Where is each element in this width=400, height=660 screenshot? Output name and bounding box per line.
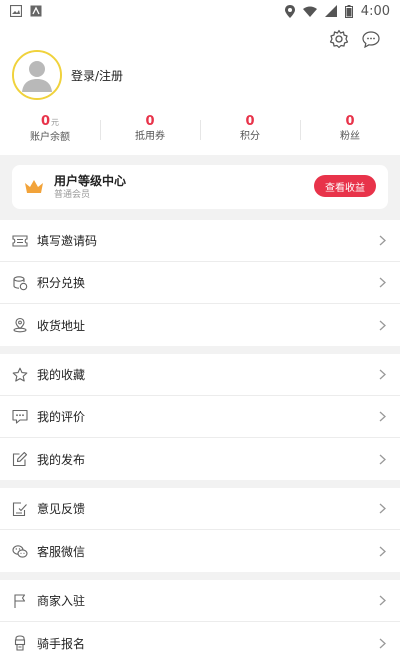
menu-label: 意见反馈 [37, 502, 86, 516]
stat-value: 0 [345, 114, 355, 129]
stat-fans[interactable]: 0 粉丝 [300, 114, 400, 145]
signal-icon [324, 5, 337, 17]
stat-balance[interactable]: 0元 账户余额 [0, 114, 100, 145]
menu-label: 我的发布 [37, 452, 86, 467]
stat-unit: 元 [51, 118, 60, 127]
vip-section: 用户等级中心 普通会员 查看收益 [0, 155, 400, 212]
vip-title: 用户等级中心 [54, 174, 127, 188]
settings-gear-icon[interactable] [328, 28, 350, 50]
menu-label: 客服微信 [37, 544, 86, 559]
profile-header: 登录/注册 0元 账户余额 0 抵用券 0 积分 0 粉丝 [0, 22, 400, 155]
default-avatar-icon [14, 52, 60, 98]
stat-value: 0 [40, 114, 51, 129]
image-notification-icon [10, 5, 22, 17]
menu-label: 我的评价 [37, 410, 86, 424]
stat-label: 积分 [240, 131, 260, 142]
status-bar: 4:00 [0, 0, 400, 22]
battery-icon [344, 4, 353, 18]
stats-row: 0元 账户余额 0 抵用券 0 积分 0 粉丝 [0, 114, 400, 145]
chevron-right-icon [378, 595, 386, 607]
location-icon [12, 317, 28, 333]
crown-icon [24, 179, 44, 195]
menu-group-1: 填写邀请码 积分兑换 收货地址 [0, 220, 400, 346]
menu-item-feedback[interactable]: 意见反馈 [0, 488, 400, 530]
chevron-right-icon [378, 319, 386, 331]
stat-label: 抵用券 [135, 131, 165, 142]
chevron-right-icon [378, 411, 386, 423]
menu-label: 骑手报名 [37, 636, 86, 651]
chevron-right-icon [378, 637, 386, 649]
stat-points[interactable]: 0 积分 [200, 114, 300, 145]
chevron-right-icon [378, 503, 386, 515]
stat-label: 粉丝 [340, 131, 360, 142]
login-register-link[interactable]: 登录/注册 [71, 67, 123, 84]
view-earnings-button[interactable]: 查看收益 [314, 175, 376, 197]
app-notification-icon [30, 5, 42, 17]
chevron-right-icon [378, 369, 386, 381]
chevron-right-icon [378, 277, 386, 289]
menu-group-2: 我的收藏 我的评价 我的发布 [0, 354, 400, 480]
ticket-icon [12, 233, 28, 249]
wifi-icon [302, 6, 317, 17]
wechat-icon [12, 543, 28, 559]
menu-item-reviews[interactable]: 我的评价 [0, 396, 400, 438]
menu-item-shipping-address[interactable]: 收货地址 [0, 304, 400, 346]
menu-label: 收货地址 [37, 318, 86, 333]
menu-item-invite-code[interactable]: 填写邀请码 [0, 220, 400, 262]
stat-vouchers[interactable]: 0 抵用券 [100, 114, 200, 145]
chevron-right-icon [378, 453, 386, 465]
stat-value: 0 [145, 114, 155, 129]
menu-item-customer-service-wechat[interactable]: 客服微信 [0, 530, 400, 572]
menu-group-4: 商家入驻 骑手报名 [0, 580, 400, 660]
comment-icon [12, 409, 28, 425]
message-icon[interactable] [360, 28, 382, 50]
vip-card[interactable]: 用户等级中心 普通会员 查看收益 [12, 165, 388, 209]
star-icon [12, 367, 28, 383]
chevron-right-icon [378, 235, 386, 247]
menu-item-rider-signup[interactable]: 骑手报名 [0, 622, 400, 660]
menu-group-3: 意见反馈 客服微信 [0, 488, 400, 572]
menu-item-merchant-join[interactable]: 商家入驻 [0, 580, 400, 622]
location-status-icon [284, 4, 295, 18]
profile-row[interactable]: 登录/注册 [12, 50, 123, 100]
menu-item-my-posts[interactable]: 我的发布 [0, 438, 400, 480]
chevron-right-icon [378, 545, 386, 557]
rider-icon [12, 635, 28, 651]
vip-level: 普通会员 [54, 190, 91, 200]
stat-label: 账户余额 [30, 132, 70, 143]
status-time: 4:00 [360, 3, 390, 19]
flag-icon [12, 593, 28, 609]
menu-label: 商家入驻 [37, 594, 86, 608]
avatar[interactable] [12, 50, 62, 100]
coins-icon [12, 275, 28, 291]
menu-label: 我的收藏 [37, 368, 86, 382]
menu-item-points-exchange[interactable]: 积分兑换 [0, 262, 400, 304]
menu-item-favorites[interactable]: 我的收藏 [0, 354, 400, 396]
feedback-icon [12, 501, 28, 517]
menu-label: 填写邀请码 [37, 234, 98, 248]
menu-label: 积分兑换 [37, 276, 86, 290]
edit-icon [12, 451, 28, 467]
stat-value: 0 [245, 114, 255, 129]
